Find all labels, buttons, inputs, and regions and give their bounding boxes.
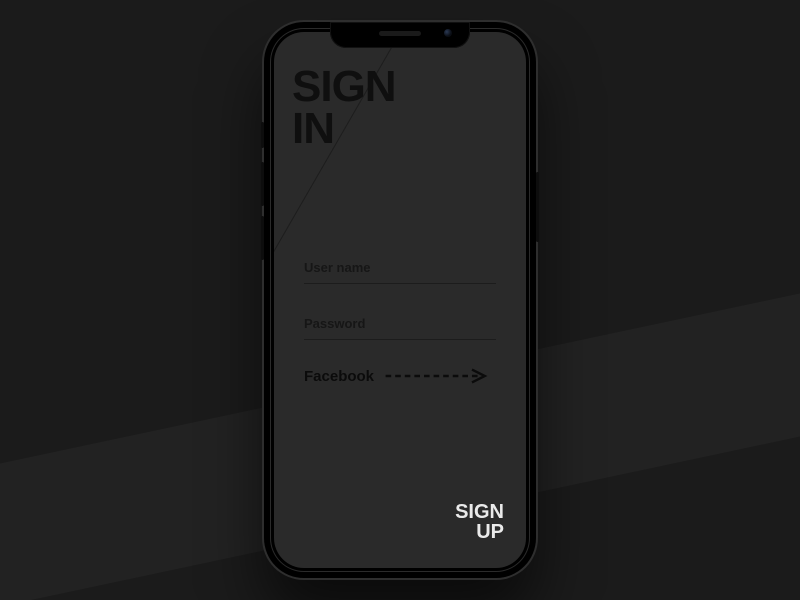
phone-speaker	[379, 31, 421, 36]
phone-volume-down	[261, 216, 264, 260]
signin-form: Facebook	[304, 254, 496, 386]
phone-screen: SIGN IN Facebook SIGN UP	[274, 32, 526, 568]
phone-mockup: SIGN IN Facebook SIGN UP	[264, 22, 536, 578]
password-input[interactable]	[304, 310, 496, 340]
phone-power-button	[536, 172, 539, 242]
phone-volume-up	[261, 162, 264, 206]
page-title-line2: IN	[292, 108, 396, 150]
facebook-login-button[interactable]: Facebook	[304, 366, 496, 386]
signup-line2: UP	[455, 522, 504, 542]
phone-mute-switch	[261, 122, 264, 148]
username-input[interactable]	[304, 254, 496, 284]
signup-button[interactable]: SIGN UP	[455, 502, 504, 542]
signup-line1: SIGN	[455, 502, 504, 522]
phone-front-camera	[444, 29, 452, 37]
page-title-line1: SIGN	[292, 66, 396, 108]
phone-notch	[330, 22, 470, 48]
arrow-right-icon	[384, 366, 496, 386]
facebook-label: Facebook	[304, 368, 374, 385]
page-title: SIGN IN	[292, 66, 396, 150]
